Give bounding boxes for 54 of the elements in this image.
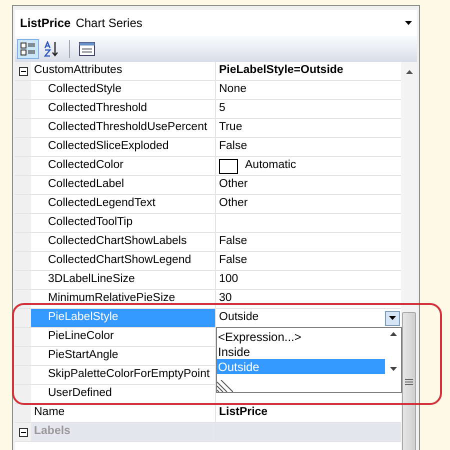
property-value: False — [219, 234, 248, 250]
dropdown-option[interactable]: <Expression...> — [217, 329, 385, 344]
row-margin — [15, 195, 31, 213]
property-value: True — [219, 120, 242, 136]
grip-icon — [405, 379, 413, 385]
resize-grip-icon[interactable] — [217, 380, 233, 392]
row-margin — [15, 157, 31, 175]
sort-az-icon — [44, 41, 60, 57]
property-value: False — [219, 253, 248, 268]
property-value: 100 — [219, 272, 238, 288]
property-value: Other — [219, 196, 248, 212]
row-margin — [15, 233, 31, 251]
categorized-list-icon — [20, 42, 36, 56]
property-value: Automatic — [245, 158, 296, 174]
caret-icon — [405, 21, 412, 25]
category-label: CustomAttributes — [34, 63, 122, 78]
property-value: 30 — [219, 291, 232, 306]
object-name: ListPrice — [20, 15, 71, 32]
property-value: ListPrice — [219, 405, 268, 420]
row-margin — [15, 176, 31, 194]
categorized-view-button[interactable] — [17, 39, 39, 59]
row-margin — [15, 214, 31, 232]
row-margin — [15, 309, 31, 327]
scroll-up-icon — [390, 332, 396, 336]
row-margin — [15, 271, 31, 289]
row-margin — [15, 138, 31, 156]
scrollbar-thumb[interactable] — [402, 312, 416, 450]
caret-icon — [389, 316, 396, 320]
row-margin — [15, 366, 31, 384]
property-pages-icon — [79, 42, 95, 56]
dropdown-button[interactable] — [385, 310, 400, 326]
property-value: False — [219, 139, 248, 154]
object-selector[interactable]: ListPrice Chart Series — [15, 10, 417, 36]
row-margin — [15, 385, 31, 403]
scroll-down-icon — [390, 367, 396, 371]
row-margin — [15, 328, 31, 346]
property-value: 5 — [219, 101, 226, 116]
row-margin — [15, 119, 31, 137]
color-swatch — [219, 158, 238, 174]
collapse-icon[interactable] — [18, 66, 28, 76]
object-type: Chart Series — [76, 15, 142, 32]
row-margin — [15, 347, 31, 365]
dropdown-option[interactable]: Inside — [217, 344, 385, 359]
row-margin — [15, 100, 31, 118]
property-pages-button[interactable] — [76, 39, 98, 59]
property-value: Other — [219, 177, 248, 192]
row-margin — [15, 290, 31, 308]
property-value: None — [219, 82, 246, 98]
property-value: PieLabelStyle=Outside — [219, 63, 344, 78]
scroll-up-icon — [406, 70, 412, 74]
category-label: Labels — [34, 424, 70, 440]
row-margin — [15, 252, 31, 270]
scrollbar[interactable] — [401, 62, 417, 450]
property-value: Outside — [219, 310, 259, 326]
